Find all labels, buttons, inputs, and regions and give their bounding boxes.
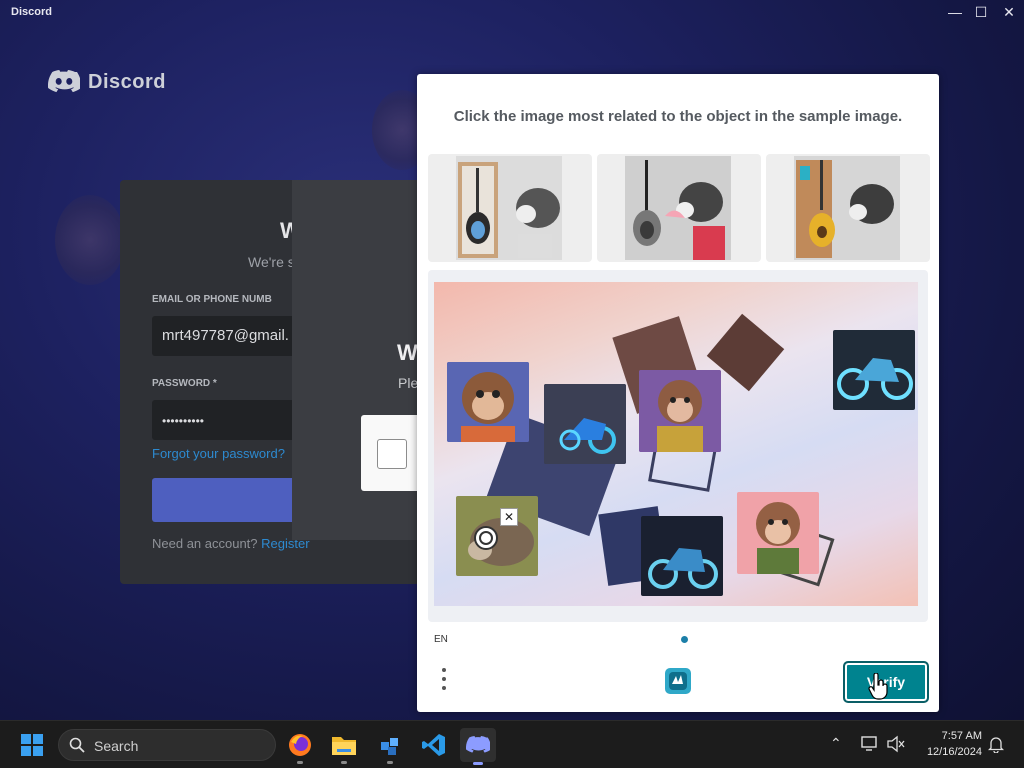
password-label: PASSWORD * [152, 378, 217, 389]
language-selector[interactable]: EN [434, 634, 448, 645]
motorcycle-image [544, 384, 626, 464]
discord-wordmark: Discord [88, 70, 166, 93]
need-account-text: Need an account? Register [152, 536, 310, 551]
guitar-hedgehog-image [456, 156, 562, 260]
search-icon [69, 737, 85, 753]
sample-image-3 [766, 154, 930, 262]
page-indicator-dot [681, 636, 688, 643]
login-subheading: We're s [248, 254, 295, 270]
discord-logo: Discord [48, 68, 166, 96]
hcaptcha-logo-icon [665, 668, 691, 694]
background-bubble [55, 195, 125, 285]
guitar-hedgehog-image [794, 156, 900, 260]
motorcycle-tile[interactable] [544, 384, 626, 464]
running-indicator [387, 761, 393, 764]
close-window-button[interactable]: ✕ [998, 2, 1020, 22]
guitar-hedgehog-image [625, 156, 731, 260]
monkey-image [639, 370, 721, 452]
volume-muted-icon[interactable] [886, 735, 906, 753]
motorcycle-tile[interactable] [641, 516, 723, 596]
network-icon[interactable] [860, 735, 880, 753]
captcha-prompt: Click the image most related to the obje… [453, 108, 903, 125]
sample-image-2 [597, 154, 761, 262]
taskbar-discord[interactable] [460, 728, 496, 765]
app-title: Discord [11, 6, 52, 18]
sample-image-1 [428, 154, 592, 262]
chevron-up-icon[interactable]: ⌃ [830, 735, 842, 752]
captcha-challenge: Click the image most related to the obje… [417, 74, 939, 712]
maximize-button[interactable]: ☐ [970, 2, 992, 22]
motorcycle-image [641, 516, 723, 596]
windows-logo-icon [21, 734, 43, 756]
clock-date[interactable]: 12/16/2024 [912, 746, 982, 758]
monkey-image [447, 362, 529, 442]
hedgehog-image [456, 496, 538, 576]
monkey-tile[interactable] [737, 492, 819, 574]
hand-cursor-icon [868, 673, 888, 700]
running-indicator [341, 761, 347, 764]
taskbar-file-explorer[interactable] [328, 729, 360, 764]
clock-time[interactable]: 7:57 AM [922, 730, 982, 742]
dialog-subtitle: Ple [398, 375, 419, 391]
vscode-icon [422, 734, 445, 756]
monkey-tile[interactable] [447, 362, 529, 442]
email-label: EMAIL OR PHONE NUMB [152, 294, 272, 305]
forgot-password-link[interactable]: Forgot your password? [152, 446, 285, 461]
folder-icon [332, 737, 356, 755]
discord-icon [466, 736, 490, 753]
start-button[interactable] [16, 729, 48, 761]
hedgehog-tile[interactable]: ✕ [456, 496, 538, 576]
menu-dots-icon[interactable] [439, 668, 449, 694]
search-label: Search [94, 738, 139, 754]
taskbar-vscode[interactable] [418, 729, 450, 761]
cubes-app-icon [381, 738, 398, 755]
motorcycle-image [833, 330, 915, 410]
discord-logo-icon [48, 70, 80, 93]
monkey-tile[interactable] [639, 370, 721, 452]
window-titlebar: Discord — ☐ ✕ [0, 0, 1024, 24]
dialog-title: W [397, 340, 418, 365]
running-indicator [473, 762, 483, 765]
taskbar: Search ⌃ 7:57 AM 12/16/2024 [0, 720, 1024, 768]
motorcycle-tile[interactable] [833, 330, 915, 410]
monkey-image [737, 492, 819, 574]
captcha-checkbox-widget [361, 415, 423, 491]
close-icon[interactable]: ✕ [500, 508, 518, 526]
running-indicator [297, 761, 303, 764]
minimize-button[interactable]: — [944, 2, 966, 22]
firefox-icon [289, 734, 311, 756]
taskbar-app-cubes[interactable] [374, 729, 406, 764]
taskbar-firefox[interactable] [284, 729, 316, 764]
notification-bell-icon[interactable] [988, 735, 1004, 753]
challenge-canvas[interactable]: ✕ [428, 270, 928, 622]
taskbar-search[interactable]: Search [58, 729, 276, 761]
captcha-checkbox[interactable] [377, 439, 407, 469]
